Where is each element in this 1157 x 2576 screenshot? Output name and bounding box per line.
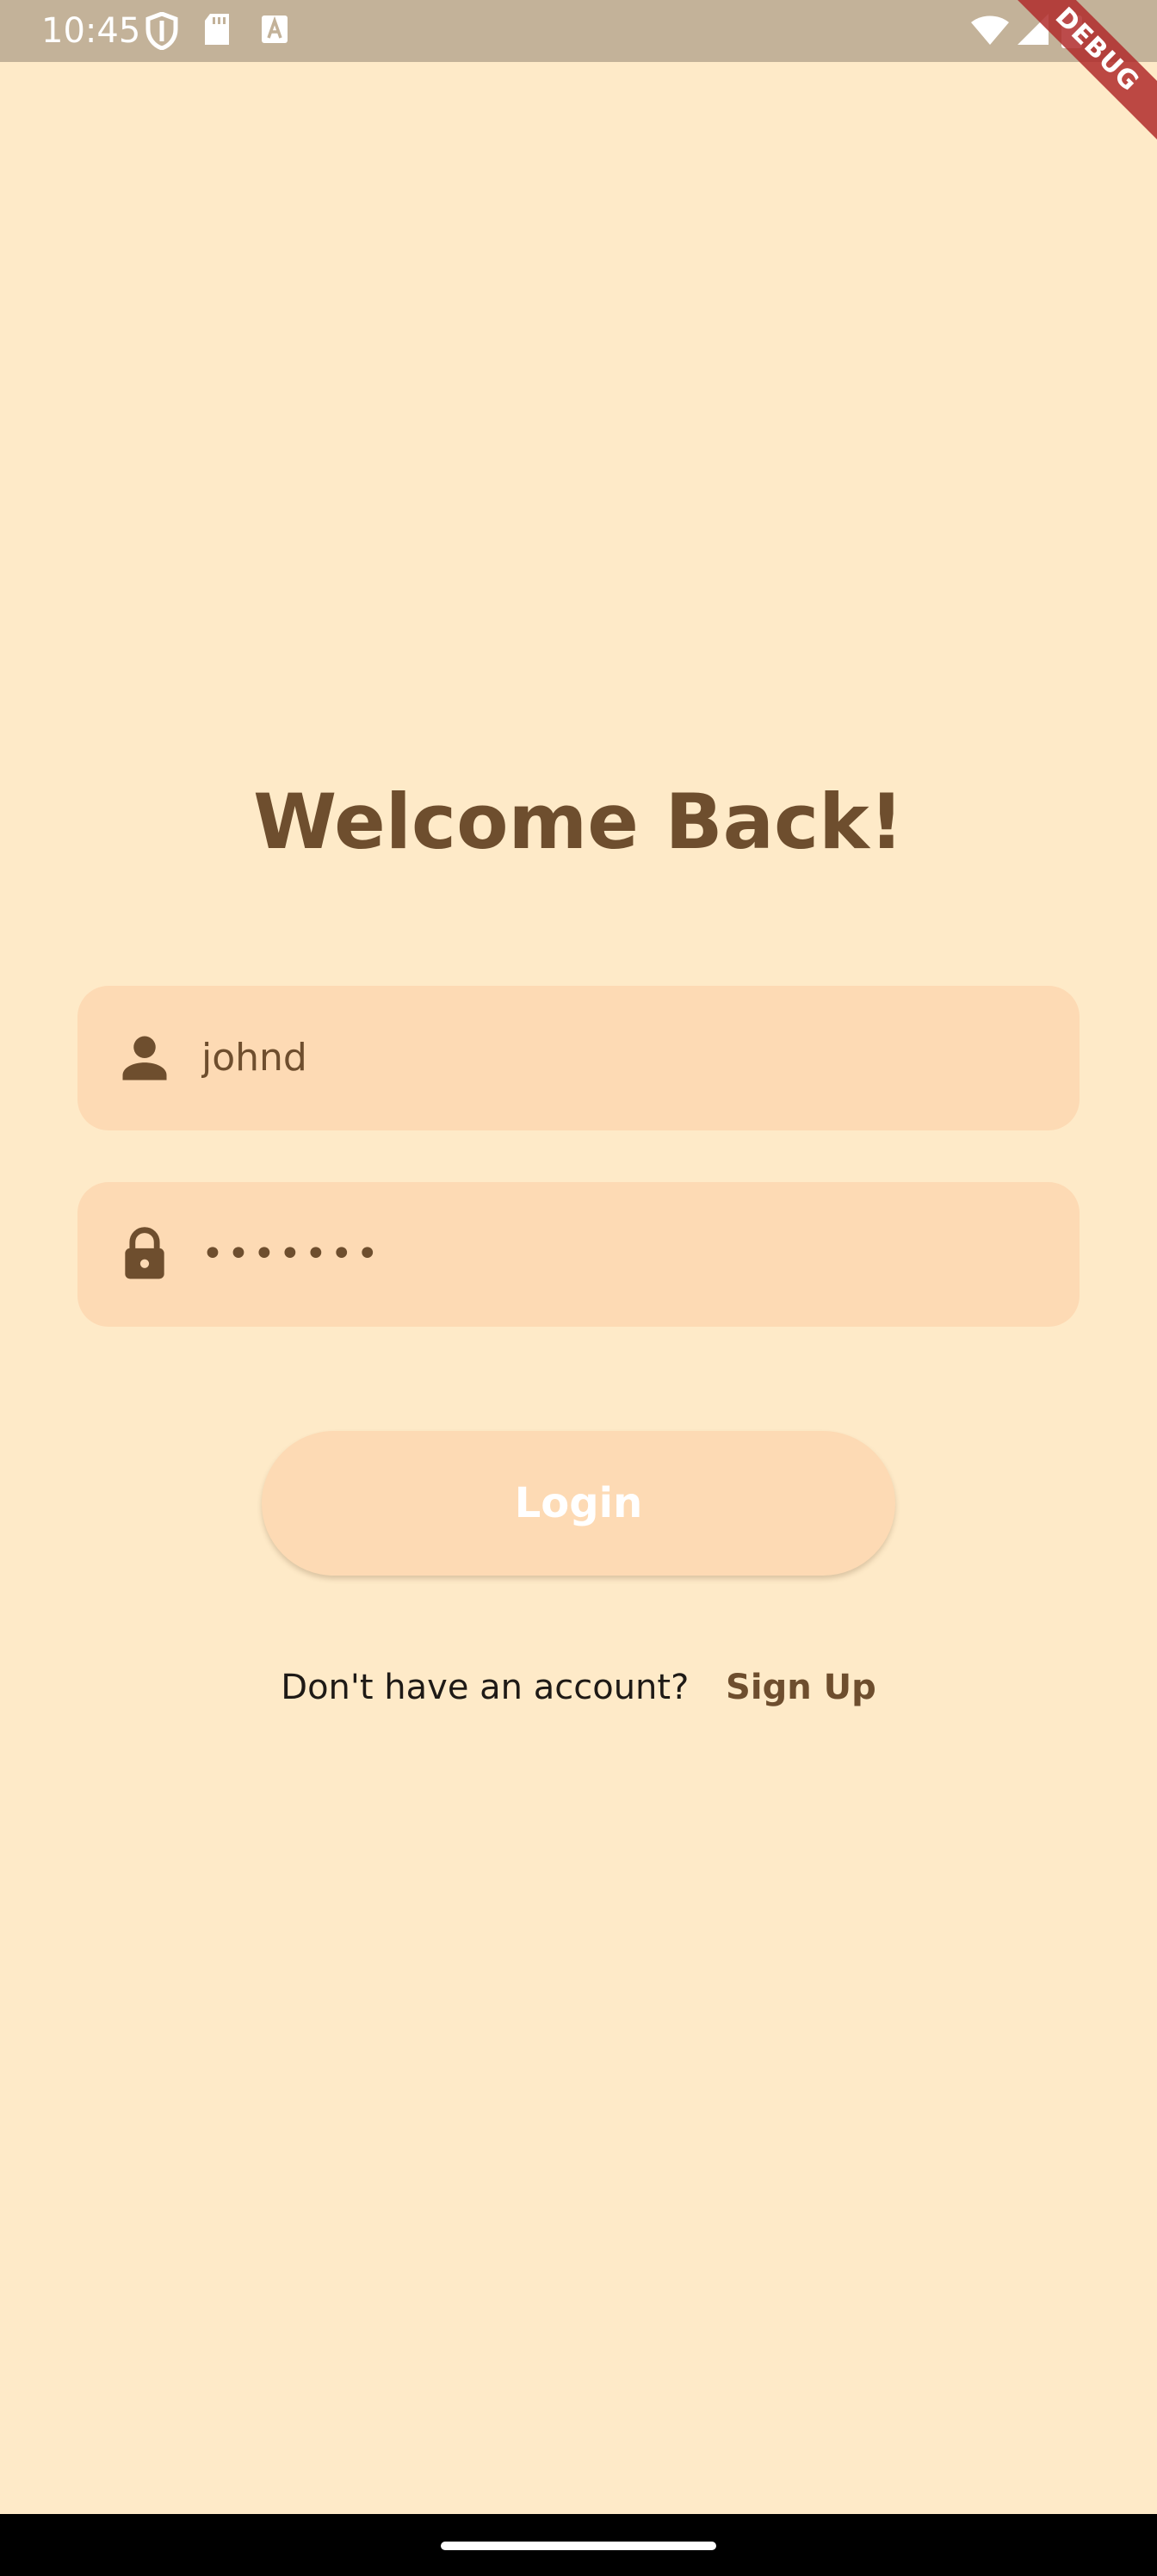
signup-link[interactable]: Sign Up xyxy=(726,1668,876,1707)
signup-row: Don't have an account? Sign Up xyxy=(0,1662,1157,1713)
wifi-icon xyxy=(971,15,1009,45)
status-bar: 10:45 xyxy=(0,0,1157,62)
password-input[interactable] xyxy=(201,1182,1045,1327)
shield-icon xyxy=(145,12,178,50)
lock-icon xyxy=(125,1227,164,1279)
page-title: Welcome Back! xyxy=(253,777,904,866)
person-icon xyxy=(122,1036,167,1081)
keyboard-a-icon xyxy=(262,15,288,43)
password-field[interactable] xyxy=(77,1182,1080,1327)
signup-prompt: Don't have an account? xyxy=(281,1668,690,1707)
status-time: 10:45 xyxy=(41,11,141,51)
home-gesture-handle[interactable] xyxy=(441,2542,716,2550)
username-field[interactable] xyxy=(77,986,1080,1130)
navigation-bar xyxy=(0,2514,1157,2576)
username-input[interactable] xyxy=(201,986,1045,1130)
login-button[interactable]: Login xyxy=(262,1431,895,1576)
login-screen: 10:45 DEBUG Welcome Back! johnd ••••••• … xyxy=(0,0,1157,2576)
sd-card-icon xyxy=(205,14,229,45)
